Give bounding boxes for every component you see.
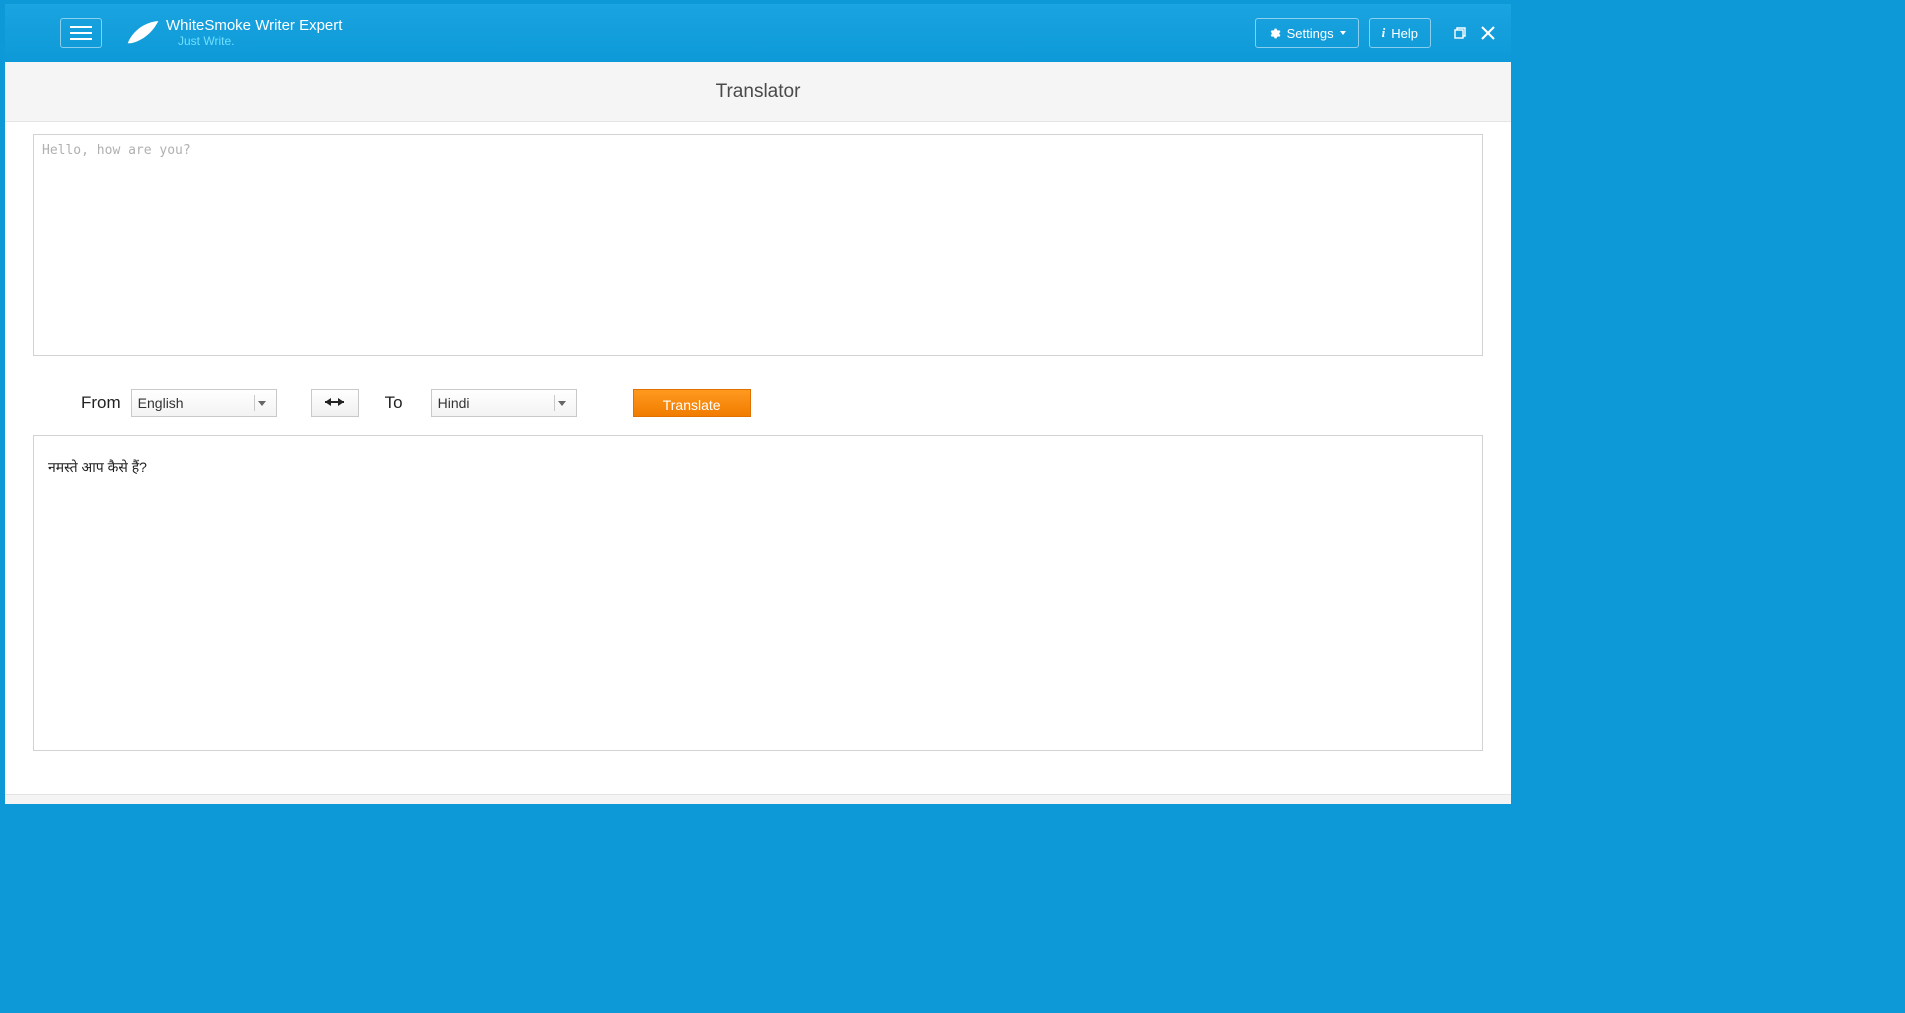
from-language-value: English [138, 395, 184, 411]
page-title: Translator [716, 81, 801, 103]
settings-button[interactable]: Settings [1255, 18, 1359, 48]
app-title: WhiteSmoke Writer Expert [166, 18, 342, 35]
chevron-down-icon [254, 395, 270, 411]
feather-icon [126, 19, 160, 47]
app-logo: WhiteSmoke Writer Expert Just Write. [126, 18, 342, 48]
chevron-down-icon [1340, 31, 1346, 35]
translator-controls: From English To [81, 389, 1483, 417]
page-subheader: Translator [5, 62, 1511, 122]
translator-content: From English To [5, 122, 1511, 794]
app-header: WhiteSmoke Writer Expert Just Write. Set… [5, 4, 1511, 62]
to-label: To [385, 393, 403, 413]
gear-icon [1268, 27, 1281, 40]
app-tagline: Just Write. [178, 35, 342, 48]
menu-button[interactable] [60, 18, 102, 48]
swap-languages-button[interactable] [311, 389, 359, 417]
translation-output: नमस्ते आप कैसे हैं? [33, 435, 1483, 751]
restore-window-button[interactable] [1449, 22, 1471, 44]
source-text-input[interactable] [33, 134, 1483, 356]
chevron-down-icon [554, 395, 570, 411]
from-language-select[interactable]: English [131, 389, 277, 417]
footer-strip [5, 794, 1511, 804]
translate-button[interactable]: Translate [633, 389, 751, 417]
settings-label: Settings [1287, 26, 1334, 41]
close-window-button[interactable] [1477, 22, 1499, 44]
app-window: WhiteSmoke Writer Expert Just Write. Set… [5, 4, 1511, 804]
info-icon: i [1382, 25, 1386, 41]
help-button[interactable]: i Help [1369, 18, 1431, 48]
swap-icon [324, 396, 346, 410]
to-language-select[interactable]: Hindi [431, 389, 577, 417]
help-label: Help [1391, 26, 1418, 41]
from-label: From [81, 393, 121, 413]
to-language-value: Hindi [438, 395, 470, 411]
translate-button-label: Translate [663, 397, 721, 413]
output-text: नमस्ते आप कैसे हैं? [48, 459, 147, 475]
window-controls [1449, 22, 1499, 44]
